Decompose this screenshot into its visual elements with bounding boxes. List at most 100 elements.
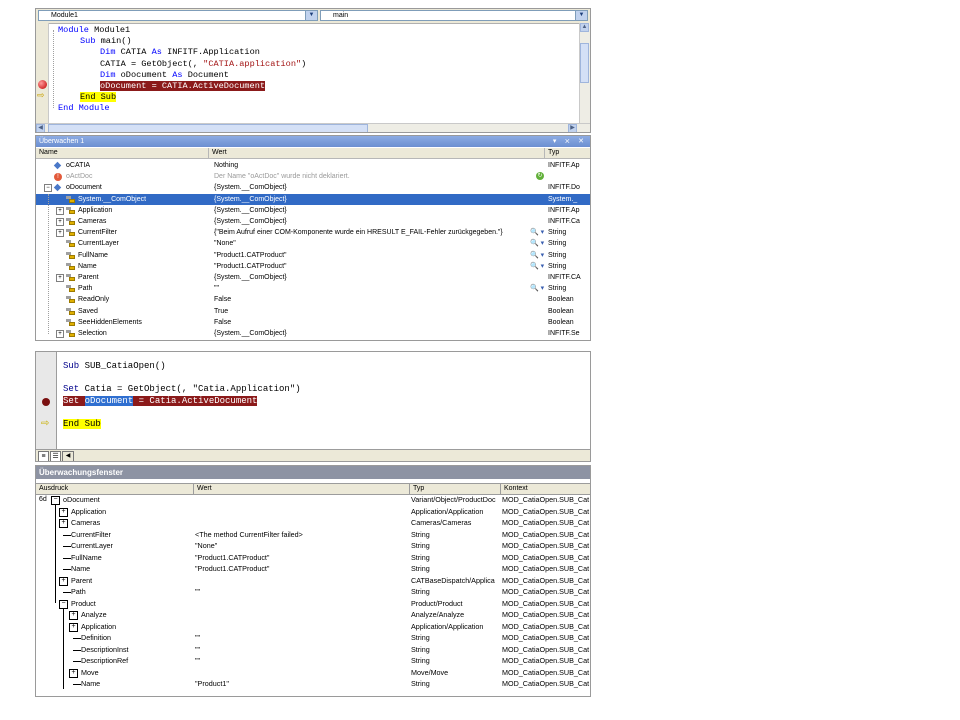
watch-row[interactable]: ! oActDoc Der Name "oActDoc" wurde nicht d… bbox=[36, 171, 590, 182]
watch-value[interactable]: False bbox=[214, 294, 529, 305]
module-view-icon[interactable]: ☰ bbox=[50, 451, 61, 461]
watch-row[interactable]: CurrentLayer "None" 🔍 ▾ String bbox=[36, 238, 590, 249]
watch-row[interactable]: Path "" 🔍 ▾ String bbox=[36, 283, 590, 294]
watch-value[interactable]: "Product1.CATProduct" bbox=[214, 250, 529, 261]
refresh-icon[interactable]: ↻ bbox=[536, 172, 544, 181]
column-name[interactable]: Name bbox=[36, 148, 209, 158]
scroll-right-icon[interactable]: ▶ bbox=[568, 124, 577, 132]
watch-row[interactable]: − Product Product/Product MOD_CatiaOpen.SUB… bbox=[36, 598, 590, 610]
chevron-down-icon[interactable]: ▼ bbox=[575, 11, 587, 20]
column-expression[interactable]: Ausdruck bbox=[36, 484, 194, 494]
code-line[interactable]: Dim oDocument As Document bbox=[100, 70, 229, 81]
visualizer-icon[interactable]: 🔍 ▾ bbox=[530, 227, 544, 238]
expand-icon[interactable]: + bbox=[59, 576, 68, 586]
watch-row[interactable]: 6d − oDocument Variant/Object/ProductDoc MOD… bbox=[36, 494, 590, 506]
watch-row[interactable]: System.__ComObject {System.__ComObject} Sy… bbox=[36, 193, 590, 205]
watch-row[interactable]: + Analyze Analyze/Analyze MOD_CatiaOpen.SUB… bbox=[36, 609, 590, 621]
procedure-view-icon[interactable]: ≡ bbox=[38, 451, 49, 461]
visualizer-icon[interactable]: 🔍 ▾ bbox=[530, 238, 544, 249]
watch-row[interactable]: FullName "Product1.CATProduct" 🔍 ▾ String bbox=[36, 250, 590, 261]
watch-value[interactable]: "" bbox=[214, 283, 529, 294]
code-area[interactable]: Module Module1 Sub main() Dim CATIA As INF… bbox=[58, 23, 578, 123]
code-line[interactable]: End Sub bbox=[80, 92, 117, 103]
code-line[interactable]: End Module bbox=[58, 103, 110, 114]
code-line[interactable]: Set oDocument = Catia.ActiveDocument bbox=[63, 395, 258, 408]
watch-value[interactable]: "" bbox=[195, 644, 407, 656]
watch-row[interactable]: + Selection {System.__ComObject} INFITF.Se bbox=[36, 328, 590, 339]
watch-value[interactable]: "" bbox=[195, 655, 407, 667]
expand-icon[interactable]: + bbox=[56, 330, 64, 338]
watch-row[interactable]: + Parent CATBaseDispatch/Applica MOD_CatiaO… bbox=[36, 575, 590, 587]
expand-icon[interactable]: + bbox=[69, 668, 78, 678]
watch-row[interactable]: Definition "" String MOD_CatiaOpen.SUB_Cat bbox=[36, 632, 590, 644]
watch-row[interactable]: DescriptionRef "" String MOD_CatiaOpen.SUB_… bbox=[36, 655, 590, 667]
scroll-thumb[interactable] bbox=[48, 124, 368, 132]
expand-icon[interactable]: + bbox=[56, 229, 64, 238]
visualizer-icon[interactable]: 🔍 ▾ bbox=[530, 261, 544, 272]
watch-value[interactable]: "" bbox=[195, 586, 407, 598]
code-line[interactable]: oDocument = CATIA.ActiveDocument bbox=[100, 81, 266, 92]
column-value[interactable]: Wert bbox=[194, 484, 410, 494]
expand-icon[interactable]: + bbox=[56, 274, 64, 282]
scroll-up-icon[interactable]: ▲ bbox=[580, 23, 589, 32]
watch-row[interactable]: + Move Move/Move MOD_CatiaOpen.SUB_Cat bbox=[36, 667, 590, 679]
watch-value[interactable]: {System.__ComObject} bbox=[214, 194, 529, 205]
watch-value[interactable]: {System.__ComObject} bbox=[214, 216, 529, 227]
watch-value[interactable]: {System.__ComObject} bbox=[214, 182, 529, 193]
expand-icon[interactable]: + bbox=[56, 206, 64, 215]
watch-value[interactable]: False bbox=[214, 317, 529, 328]
watch-value[interactable]: "Product1.CATProduct" bbox=[214, 261, 529, 272]
class-combo[interactable]: Module1 ▼ bbox=[38, 10, 318, 21]
watch-value[interactable]: "None" bbox=[195, 540, 407, 552]
window-controls-icon[interactable]: ▾ ⨯ ✕ bbox=[553, 136, 587, 147]
scroll-left-icon[interactable]: ◀ bbox=[36, 124, 45, 132]
code-area[interactable]: Sub SUB_CatiaOpen() Set Catia = GetObject… bbox=[63, 361, 583, 447]
watch-row[interactable]: FullName "Product1.CATProduct" String MOD_C… bbox=[36, 552, 590, 564]
watch-row[interactable]: + Application Application/Application MOD_C… bbox=[36, 621, 590, 633]
watch-row[interactable]: Name "Product1.CATProduct" String MOD_Catia… bbox=[36, 563, 590, 575]
watch-row[interactable]: − oDocument {System.__ComObject} INFITF.Do bbox=[36, 182, 590, 193]
method-combo[interactable]: main ▼ bbox=[320, 10, 588, 21]
chevron-down-icon[interactable]: ▼ bbox=[305, 11, 317, 20]
watch-value[interactable]: <The method CurrentFilter failed> bbox=[195, 529, 407, 541]
expand-icon[interactable]: + bbox=[59, 519, 68, 528]
watch-value[interactable]: {System.__ComObject} bbox=[214, 328, 529, 339]
watch-row[interactable]: Name "Product1" String MOD_CatiaOpen.SUB_Ca… bbox=[36, 678, 590, 690]
visualizer-icon[interactable]: 🔍 ▾ bbox=[530, 283, 544, 294]
watch-row[interactable]: + CurrentFilter {"Beim Aufruf einer COM-Ko… bbox=[36, 227, 590, 238]
breakpoint-gutter[interactable]: ⇨ bbox=[36, 352, 57, 449]
watch-value[interactable]: "Product1.CATProduct" bbox=[195, 563, 407, 575]
watch-value[interactable]: "Product1.CATProduct" bbox=[195, 552, 407, 564]
watch-row[interactable]: oCATIA Nothing INFITF.Ap bbox=[36, 160, 590, 171]
watch-value[interactable]: Nothing bbox=[214, 160, 529, 171]
vertical-scrollbar[interactable]: ▲ bbox=[579, 23, 590, 123]
watch-row[interactable]: + Cameras {System.__ComObject} INFITF.Ca bbox=[36, 216, 590, 227]
code-line[interactable]: Sub SUB_CatiaOpen() bbox=[63, 361, 166, 373]
column-type[interactable]: Typ bbox=[410, 484, 501, 494]
watch-value[interactable]: Der Name "oActDoc" wurde nicht deklarier… bbox=[214, 171, 529, 182]
watch-value[interactable]: "" bbox=[195, 632, 407, 644]
code-line[interactable]: Dim CATIA As INFITF.Application bbox=[100, 47, 260, 58]
watch-value[interactable]: "None" bbox=[214, 238, 529, 249]
breakpoint-gutter[interactable]: ⇨ bbox=[36, 23, 49, 123]
watch-row[interactable]: ReadOnly False Boolean bbox=[36, 294, 590, 305]
code-line[interactable]: Sub main() bbox=[80, 36, 132, 47]
vba-code-editor[interactable]: ⇨ Sub SUB_CatiaOpen() Set Catia = GetObje… bbox=[35, 351, 591, 462]
watch-row[interactable]: SeeHiddenElements False Boolean bbox=[36, 317, 590, 328]
expand-icon[interactable]: + bbox=[56, 218, 64, 226]
watch-row[interactable]: CurrentLayer "None" String MOD_CatiaOpen.SU… bbox=[36, 540, 590, 552]
breakpoint-icon[interactable] bbox=[42, 398, 50, 406]
code-line[interactable]: CATIA = GetObject(, "CATIA.application") bbox=[100, 59, 306, 70]
watch-row[interactable]: Saved True Boolean bbox=[36, 306, 590, 317]
watch-row[interactable]: DescriptionInst "" String MOD_CatiaOpen.SUB… bbox=[36, 644, 590, 656]
code-line[interactable]: End Sub bbox=[63, 418, 101, 431]
scroll-left-icon[interactable]: ◀ bbox=[62, 451, 74, 461]
code-line[interactable]: Module Module1 bbox=[58, 25, 130, 36]
horizontal-scrollbar[interactable]: ◀ ▶ bbox=[36, 123, 590, 132]
watch-row[interactable]: + Application {System.__ComObject} INFITF.A… bbox=[36, 205, 590, 216]
watch-row[interactable]: + Cameras Cameras/Cameras MOD_CatiaOpen.SUB… bbox=[36, 517, 590, 529]
column-type[interactable]: Typ bbox=[545, 148, 590, 158]
vbnet-code-editor[interactable]: Module1 ▼ main ▼ ⇨ Module Module1 Sub mai… bbox=[35, 8, 591, 133]
code-line[interactable]: Set Catia = GetObject(, "Catia.Applicati… bbox=[63, 384, 301, 396]
breakpoint-icon[interactable] bbox=[38, 80, 47, 89]
